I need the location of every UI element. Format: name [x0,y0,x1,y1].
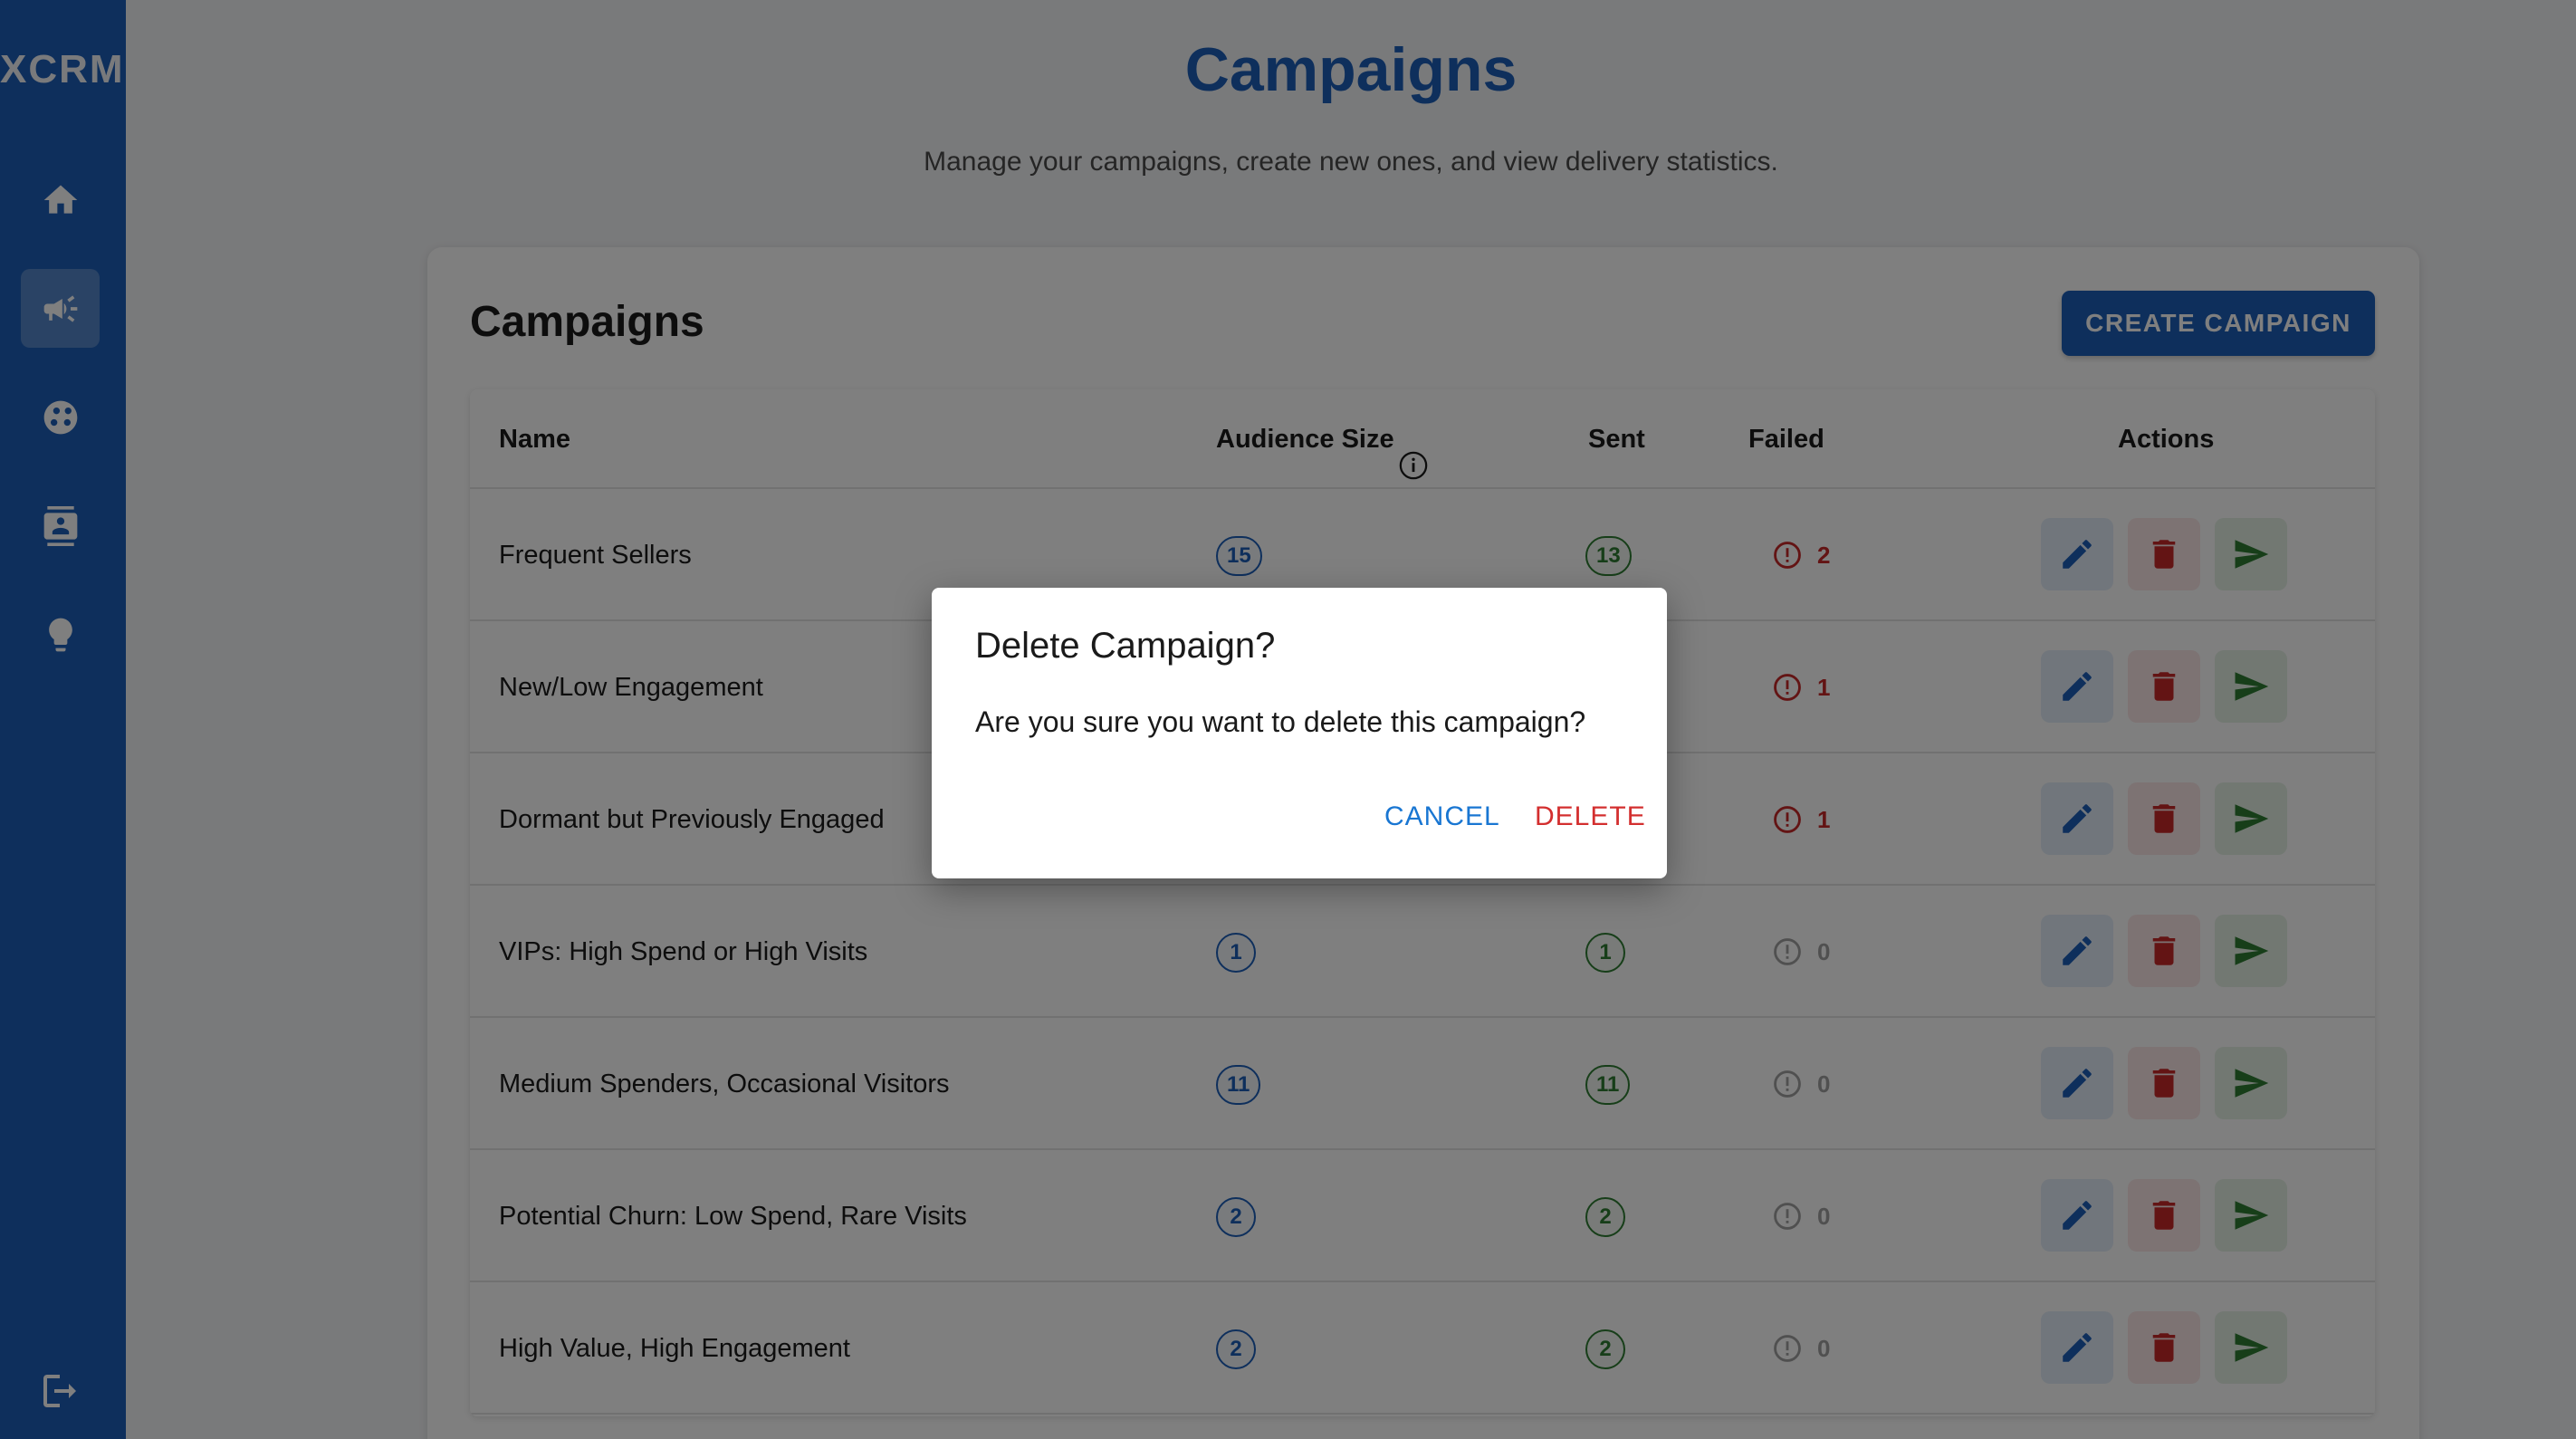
delete-campaign-dialog: Delete Campaign? Are you sure you want t… [932,588,1667,878]
dialog-title: Delete Campaign? [975,626,1276,666]
dialog-message: Are you sure you want to delete this cam… [975,705,1586,738]
confirm-delete-button[interactable]: DELETE [1535,801,1646,832]
cancel-button[interactable]: CANCEL [1384,801,1500,832]
